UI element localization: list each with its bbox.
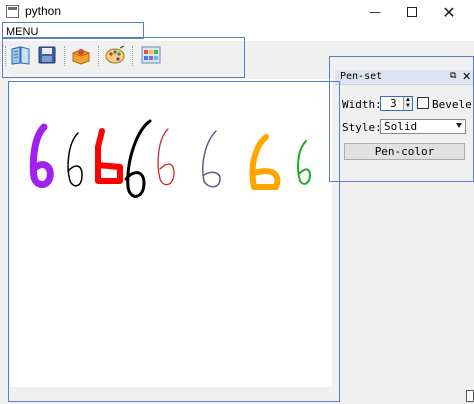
style-value: Solid (384, 120, 418, 133)
title-bar: python — ✕ (0, 0, 474, 24)
tool-bar (0, 41, 474, 71)
width-value: 3 (390, 97, 397, 110)
close-button[interactable]: ✕ (432, 0, 466, 24)
stroke-digit-6 (67, 132, 83, 187)
color-grid-icon[interactable] (140, 44, 162, 66)
clear-box-icon[interactable] (70, 44, 92, 66)
canvas-bottom-margin (0, 387, 335, 404)
pen-set-dock: Pen-set ⧉ ✕ Width: 3 ▲ ▼ Bevele Style: So… (335, 70, 474, 392)
float-icon[interactable]: ⧉ (450, 71, 456, 81)
toolbar-separator (98, 46, 99, 66)
main-window: python — ✕ MENU Pen-set ⧉ ✕ Width: 3 ▲ ▼… (0, 0, 474, 404)
spin-arrows-icon[interactable]: ▲ ▼ (403, 97, 412, 110)
menu-bar: MENU (0, 24, 474, 41)
maximize-button[interactable] (395, 0, 429, 24)
resize-grip[interactable] (466, 390, 474, 402)
dock-title: Pen-set (340, 71, 383, 82)
open-book-icon[interactable] (10, 44, 32, 66)
pen-color-button[interactable]: Pen-color (344, 143, 465, 160)
stroke-digit-6 (202, 130, 221, 188)
dock-title-bar[interactable]: Pen-set ⧉ ✕ (335, 70, 474, 85)
stroke-digit-6 (29, 123, 54, 188)
minimize-icon: — (369, 5, 381, 19)
bevel-checkbox[interactable] (417, 97, 429, 109)
stroke-digit-6 (95, 128, 123, 184)
window-title: python (25, 4, 62, 18)
maximize-icon (407, 7, 417, 17)
canvas-drawing-layer (29, 119, 312, 198)
style-label: Style: (342, 121, 382, 134)
drawing-canvas[interactable] (10, 79, 332, 388)
stroke-digit-6 (157, 128, 175, 186)
stroke-digit-6 (297, 140, 312, 185)
stroke-digit-6 (249, 134, 281, 190)
toolbar-separator (64, 46, 65, 66)
width-label: Width: (342, 98, 382, 111)
width-spinbox[interactable]: 3 ▲ ▼ (380, 96, 413, 111)
palette-icon[interactable] (104, 44, 126, 66)
dock-close-icon[interactable]: ✕ (462, 70, 471, 83)
style-dropdown[interactable]: Solid (380, 119, 466, 134)
stroke-digit-6 (124, 119, 152, 198)
menu-item-menu[interactable]: MENU (6, 26, 38, 38)
minimize-button[interactable]: — (358, 0, 392, 24)
save-disk-icon[interactable] (36, 44, 58, 66)
close-icon: ✕ (442, 2, 456, 22)
toolbar-separator (132, 46, 133, 66)
bevel-label: Bevele (432, 98, 472, 111)
app-window-icon (6, 5, 19, 18)
toolbar-separator (5, 46, 6, 66)
chevron-down-icon (456, 123, 462, 128)
